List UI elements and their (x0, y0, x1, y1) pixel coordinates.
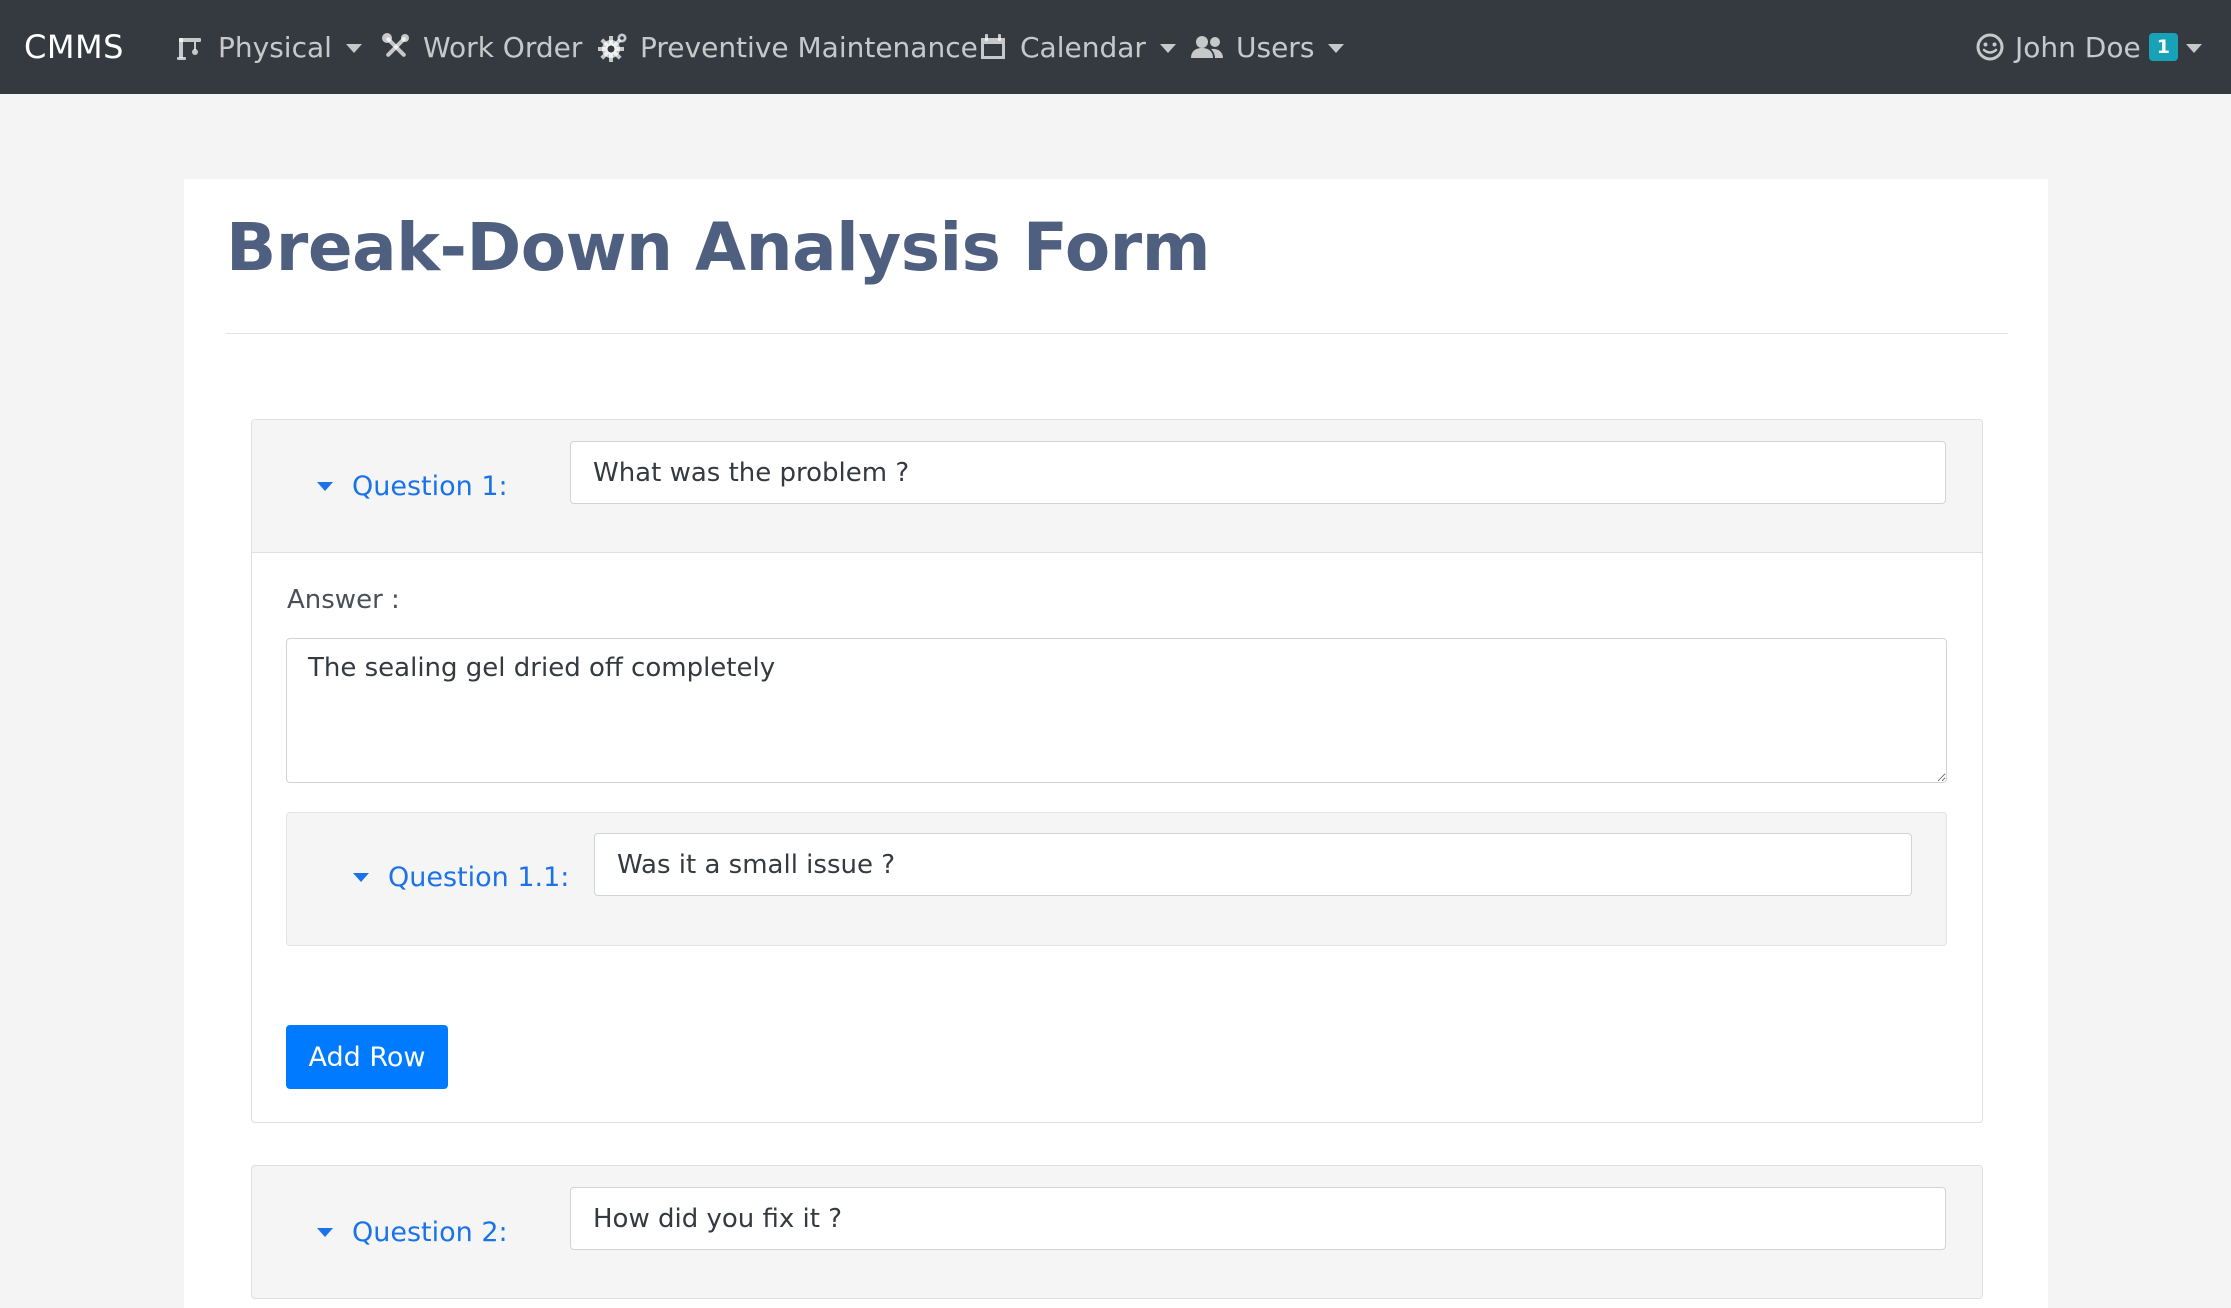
question-1-1-label: Question 1.1: (388, 861, 570, 893)
nav-preventive-maintenance[interactable]: Preventive Maintenance (598, 0, 978, 94)
top-navbar: CMMS Physical Work Order Preventive Main… (0, 0, 2231, 94)
question-1-input[interactable] (570, 441, 1946, 504)
chevron-down-icon (1328, 43, 1345, 53)
question-1-label: Question 1: (352, 470, 508, 502)
user-name: John Doe (2015, 30, 2141, 64)
sub-question-block-1-1: Question 1.1: (286, 812, 1947, 946)
question-1-1-toggle[interactable]: Question 1.1: (353, 813, 569, 941)
users-icon (1190, 32, 1224, 62)
question-block-2: Question 2: (251, 1165, 1983, 1299)
answer-textarea[interactable]: The sealing gel dried off completely (286, 638, 1947, 783)
add-row-button[interactable]: Add Row (286, 1025, 448, 1089)
nav-users-label: Users (1236, 30, 1315, 64)
answer-label: Answer : (287, 585, 400, 615)
smiley-icon (1975, 32, 2005, 62)
nav-preventive-maintenance-label: Preventive Maintenance (640, 30, 978, 64)
crane-icon (176, 32, 206, 62)
nav-calendar[interactable]: Calendar (978, 0, 1176, 94)
question-1-toggle[interactable]: Question 1: (317, 420, 508, 552)
question-header-1: Question 1: (252, 420, 1982, 553)
chevron-down-icon (2185, 43, 2202, 53)
nav-users[interactable]: Users (1190, 0, 1345, 94)
question-1-1-input[interactable] (594, 833, 1912, 896)
page-title: Break-Down Analysis Form (226, 209, 1211, 286)
caret-down-icon (317, 481, 333, 491)
nav-physical-label: Physical (218, 30, 332, 64)
chevron-down-icon (1159, 43, 1176, 53)
nav-work-order-label: Work Order (423, 30, 583, 64)
gear-icon (598, 32, 628, 62)
calendar-icon (978, 32, 1008, 62)
caret-down-icon (353, 872, 369, 882)
question-2-label: Question 2: (352, 1216, 508, 1248)
nav-physical[interactable]: Physical (176, 0, 362, 94)
question-2-input[interactable] (570, 1187, 1946, 1250)
chevron-down-icon (345, 43, 362, 53)
title-divider (226, 333, 2008, 334)
user-menu[interactable]: John Doe 1 (1975, 0, 2202, 94)
nav-calendar-label: Calendar (1020, 30, 1146, 64)
caret-down-icon (317, 1227, 333, 1237)
tools-icon (381, 32, 411, 62)
notification-badge: 1 (2148, 33, 2178, 61)
question-2-toggle[interactable]: Question 2: (317, 1166, 508, 1298)
brand-logo[interactable]: CMMS (24, 0, 124, 94)
form-card: Break-Down Analysis Form Question 1: Ans… (184, 179, 2048, 1308)
question-block-1: Question 1: Answer : The sealing gel dri… (251, 419, 1983, 1123)
nav-work-order[interactable]: Work Order (381, 0, 582, 94)
